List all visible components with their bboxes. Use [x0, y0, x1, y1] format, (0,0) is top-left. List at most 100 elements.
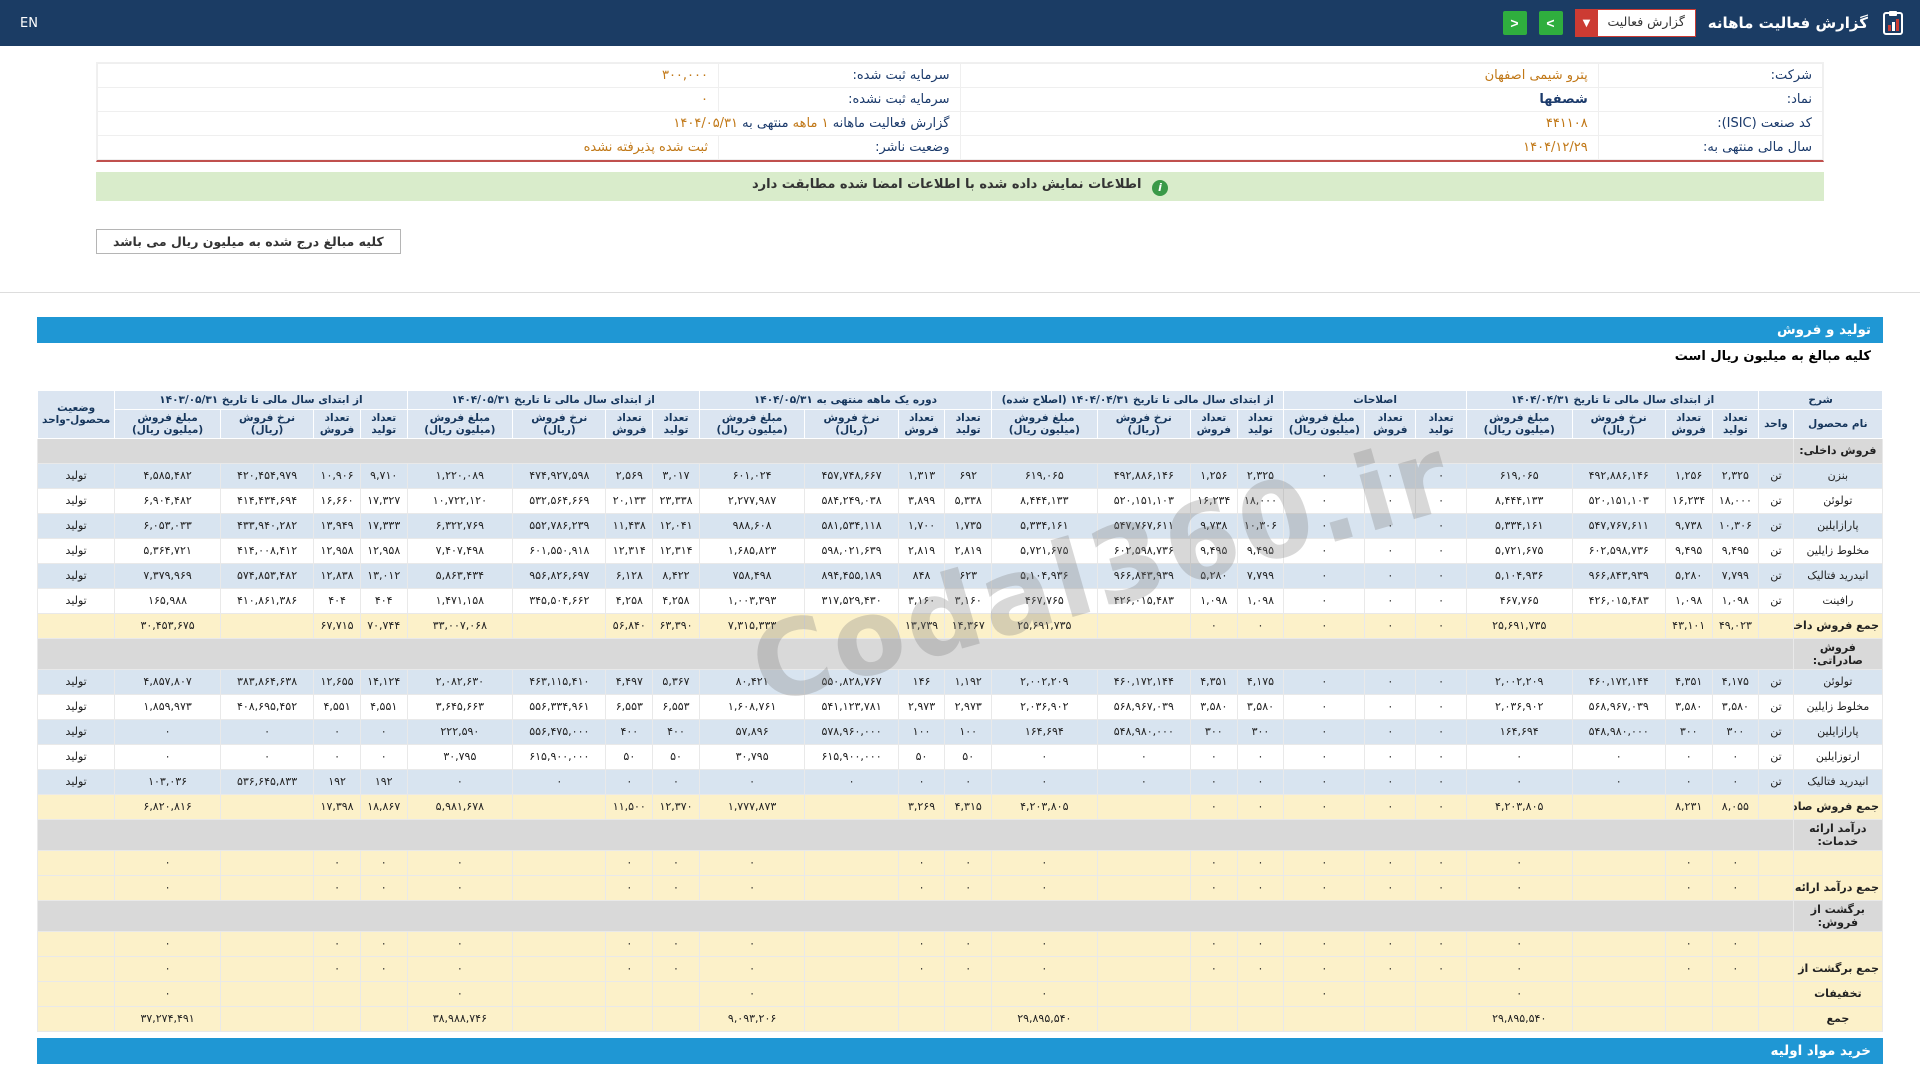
table-cell: تولید: [38, 769, 115, 794]
table-cell: ۲۳,۳۳۸: [653, 488, 700, 513]
next-report-button[interactable]: >: [1539, 11, 1563, 35]
table-cell: [805, 794, 898, 819]
table-cell: رافینت: [1793, 588, 1882, 613]
table-cell: ۳,۱۶۰: [898, 588, 945, 613]
table-cell: ۲۲۲,۵۹۰: [407, 719, 513, 744]
info-value: ۳۰۰,۰۰۰: [662, 68, 708, 83]
header-cell: وضعیت محصول-واحد: [38, 390, 115, 438]
info-label: سال مالی منتهی به:: [1703, 140, 1812, 155]
table-cell: تولوئن: [1793, 669, 1882, 694]
table-cell: [1712, 981, 1759, 1006]
table-cell: ۰: [360, 875, 407, 900]
table-cell: ۴۳۳,۹۴۰,۲۸۲: [220, 513, 313, 538]
table-cell: [1237, 981, 1284, 1006]
table-cell: ۰: [1365, 613, 1416, 638]
table-cell: ۱۸,۰۰۰: [1712, 488, 1759, 513]
table-cell: [945, 1006, 992, 1031]
table-cell: ۵,۱۰۴,۹۳۶: [1466, 563, 1572, 588]
table-cell: ۰: [1416, 488, 1467, 513]
table-row: انیدرید فتالیکتن۰۰۰۰۰۰۰۰۰۰۰۰۰۰۰۰۰۰۰۱۹۲۱۹…: [38, 769, 1883, 794]
info-label: منتهی به: [742, 116, 788, 131]
table-cell: ۰: [115, 850, 221, 875]
table-cell: ۱۸,۸۶۷: [360, 794, 407, 819]
header-cell: تعداد تولید: [945, 409, 992, 438]
header-cell: تعداد فروش: [1365, 409, 1416, 438]
header-cell: تعداد فروش: [314, 409, 361, 438]
chevron-down-icon: ▼: [1576, 10, 1598, 36]
table-cell: ۳۰۰: [1190, 719, 1237, 744]
language-toggle[interactable]: EN: [14, 14, 44, 33]
table-cell: ۰: [1284, 850, 1365, 875]
header-cell: تعداد فروش: [898, 409, 945, 438]
info-cell: سرمایه ثبت نشده:: [719, 88, 961, 112]
table-cell: [1572, 613, 1665, 638]
table-cell: ۱,۳۱۳: [898, 463, 945, 488]
table-cell: ۰: [1237, 875, 1284, 900]
signature-match-notice: i اطلاعات نمایش داده شده با اطلاعات امضا…: [96, 172, 1824, 201]
table-cell: [1097, 875, 1190, 900]
table-cell: ۶۱۹,۰۶۵: [992, 463, 1098, 488]
company-info-panel: شرکت:پترو شیمی اصفهانسرمایه ثبت شده:۳۰۰,…: [96, 62, 1824, 162]
table-cell: [805, 613, 898, 638]
table-cell: [220, 1006, 313, 1031]
info-cell: سال مالی منتهی به:: [1598, 136, 1822, 160]
table-cell: [1759, 794, 1794, 819]
table-cell: ۰: [1365, 488, 1416, 513]
table-cell: [1665, 1006, 1712, 1031]
table-cell: ۳,۰۱۷: [653, 463, 700, 488]
top-bar: گزارش فعالیت ماهانه گزارش فعالیت ▼ > < E…: [0, 0, 1920, 46]
table-cell: ۰: [1284, 538, 1365, 563]
table-cell: [1365, 981, 1416, 1006]
info-value: ۱ ماهه: [793, 116, 829, 131]
table-cell: ۴,۳۵۱: [1665, 669, 1712, 694]
table-cell: ۱,۲۵۶: [1665, 463, 1712, 488]
table-cell: تولید: [38, 669, 115, 694]
table-cell: ۱,۶۸۵,۸۲۳: [699, 538, 805, 563]
table-cell: ۰: [1416, 563, 1467, 588]
table-cell: ۴۶۷,۷۶۵: [992, 588, 1098, 613]
header-cell: مبلغ فروش (میلیون ریال): [407, 409, 513, 438]
table-cell: ۴۳,۱۰۱: [1665, 613, 1712, 638]
table-cell: ۶,۱۲۸: [606, 563, 653, 588]
table-cell: ۰: [1416, 669, 1467, 694]
table-cell: ۰: [699, 956, 805, 981]
table-cell: ۳,۵۸۰: [1712, 694, 1759, 719]
table-cell: [38, 900, 1794, 931]
table-cell: [220, 850, 313, 875]
table-cell: ۳۴۵,۵۰۴,۶۶۲: [513, 588, 606, 613]
table-cell: ۰: [360, 931, 407, 956]
section-subtitle: کلیه مبالغ به میلیون ریال است: [37, 343, 1883, 370]
table-cell: ۱,۶۰۸,۷۶۱: [699, 694, 805, 719]
table-cell: ۴۰۰: [606, 719, 653, 744]
table-cell: [38, 956, 115, 981]
table-cell: ۰: [1572, 744, 1665, 769]
header-cell: نرخ فروش (ریال): [1097, 409, 1190, 438]
table-cell: ۵۳۲,۵۶۴,۶۶۹: [513, 488, 606, 513]
table-cell: تن: [1759, 563, 1794, 588]
table-cell: مخلوط زایلین: [1793, 538, 1882, 563]
table-cell: ۶,۸۲۰,۸۱۶: [115, 794, 221, 819]
table-cell: ۹,۷۳۸: [1190, 513, 1237, 538]
table-cell: ۲,۰۳۶,۹۰۲: [1466, 694, 1572, 719]
table-cell: ۰: [115, 981, 221, 1006]
table-cell: [38, 1006, 115, 1031]
report-type-dropdown[interactable]: گزارش فعالیت ▼: [1575, 9, 1696, 37]
table-cell: ۱۷,۳۲۷: [360, 488, 407, 513]
table-cell: [1416, 1006, 1467, 1031]
table-cell: ۰: [992, 875, 1098, 900]
table-cell: تولید: [38, 588, 115, 613]
table-cell: ۰: [699, 850, 805, 875]
table-cell: ۴۲۶,۰۱۵,۴۸۳: [1572, 588, 1665, 613]
table-cell: فروش صادراتی:: [1793, 638, 1882, 669]
table-cell: [513, 850, 606, 875]
table-cell: ۰: [1665, 850, 1712, 875]
info-cell: پترو شیمی اصفهان: [960, 64, 1598, 88]
table-cell: ۰: [1284, 488, 1365, 513]
table-cell: ۰: [407, 956, 513, 981]
table-cell: [360, 981, 407, 1006]
table-cell: ۴,۵۸۵,۴۸۲: [115, 463, 221, 488]
table-cell: ۴۹,۰۲۳: [1712, 613, 1759, 638]
production-table-head: شرحاز ابتدای سال مالی تا تاریخ ۱۴۰۴/۰۴/۳…: [38, 390, 1883, 438]
table-cell: [1097, 850, 1190, 875]
previous-report-button[interactable]: <: [1503, 11, 1527, 35]
